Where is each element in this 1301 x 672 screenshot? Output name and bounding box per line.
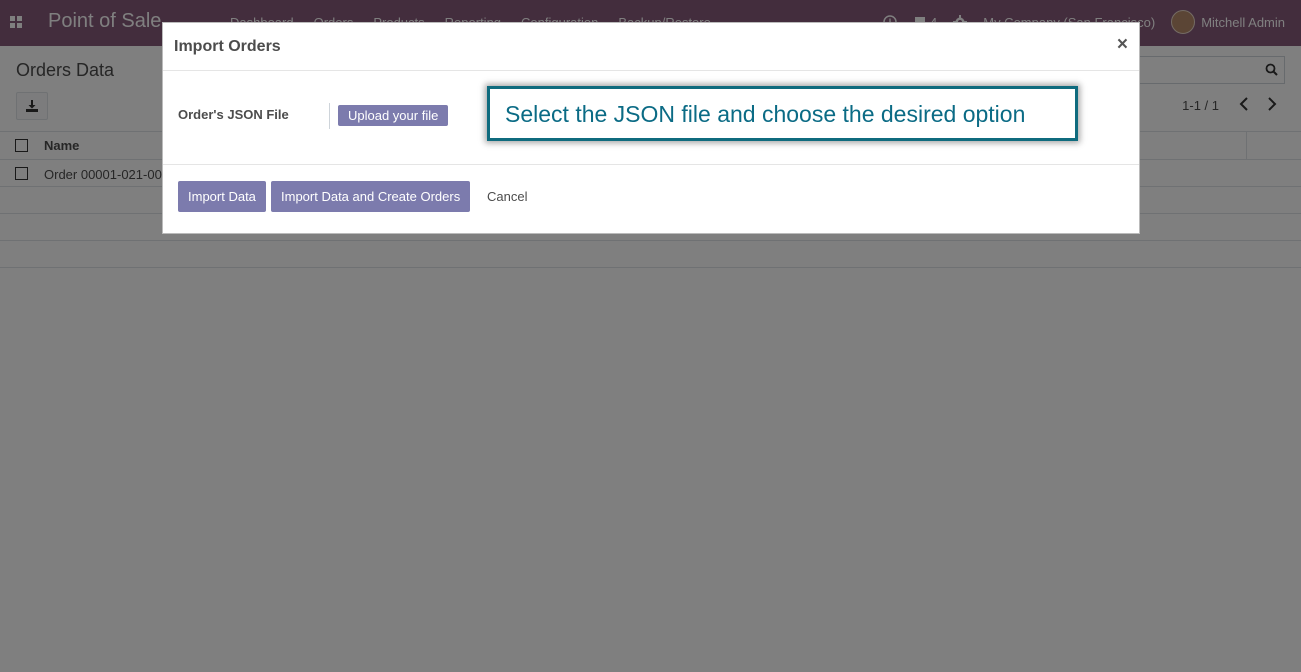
close-icon[interactable]: × (1117, 34, 1128, 56)
json-file-label: Order's JSON File (178, 107, 289, 122)
modal-header: Import Orders × (163, 23, 1139, 71)
modal-body: Order's JSON File Upload your file Selec… (163, 71, 1139, 165)
cancel-button[interactable]: Cancel (487, 189, 527, 204)
import-orders-dialog: Import Orders × Order's JSON File Upload… (162, 22, 1140, 234)
import-data-button[interactable]: Import Data (178, 181, 266, 212)
instruction-callout: Select the JSON file and choose the desi… (487, 86, 1078, 141)
modal-title: Import Orders (174, 38, 281, 55)
callout-text: Select the JSON file and choose the desi… (505, 101, 1026, 127)
import-create-orders-button[interactable]: Import Data and Create Orders (271, 181, 471, 212)
modal-footer: Import Data Import Data and Create Order… (163, 165, 1139, 233)
upload-file-button[interactable]: Upload your file (338, 105, 449, 126)
field-divider (329, 103, 330, 129)
